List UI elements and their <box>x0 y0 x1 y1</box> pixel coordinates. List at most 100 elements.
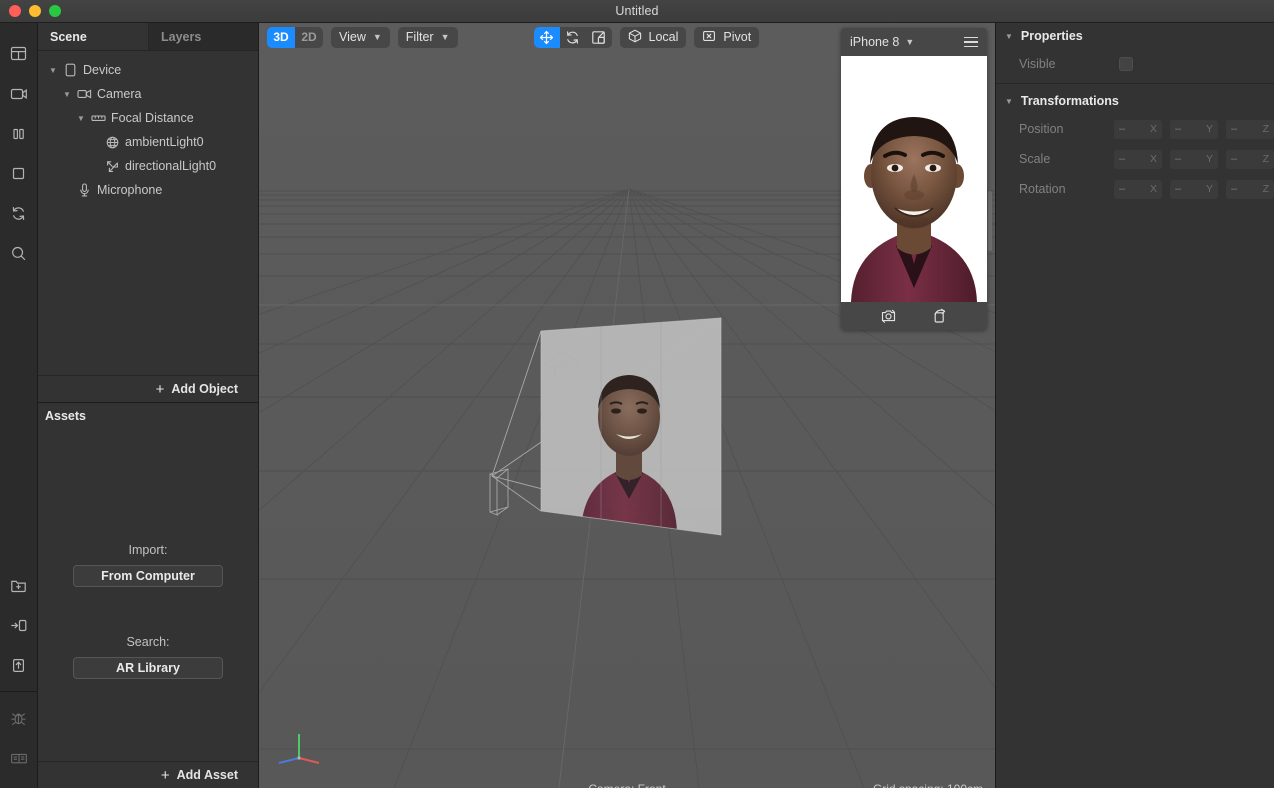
axis-z-label: Z <box>1262 123 1269 135</box>
visible-checkbox[interactable] <box>1119 57 1133 71</box>
disclosure-triangle-icon[interactable]: ▼ <box>46 66 60 75</box>
filter-menu-button[interactable]: Filter ▼ <box>397 26 458 48</box>
layout-icon[interactable] <box>0 33 38 73</box>
tree-item-ambientlight0[interactable]: ▼ ambientLight0 <box>38 130 258 154</box>
tree-item-label: directionalLight0 <box>125 159 217 173</box>
properties-panel: ▼ Properties Visible ▼ Transformations P… <box>995 23 1274 788</box>
new-folder-icon[interactable] <box>0 565 38 605</box>
mode-2d-button[interactable]: 2D <box>295 27 323 48</box>
rotation-y-value: – <box>1175 183 1182 195</box>
chevron-down-icon: ▼ <box>440 32 450 42</box>
tree-item-directionallight0[interactable]: ▼ directionalLight0 <box>38 154 258 178</box>
pivot-button[interactable]: Pivot <box>694 26 760 48</box>
tab-scene[interactable]: Scene <box>38 23 148 50</box>
focal-distance-icon <box>88 113 108 123</box>
position-y-field[interactable]: – Y <box>1170 119 1218 139</box>
mode-3d-button[interactable]: 3D <box>267 26 295 48</box>
search-icon[interactable] <box>0 233 38 273</box>
device-preview-panel: iPhone 8 ▼ <box>841 28 987 330</box>
chevron-down-icon[interactable]: ▼ <box>905 37 914 47</box>
rotation-z-field[interactable]: – Z <box>1226 179 1274 199</box>
tree-item-label: Camera <box>97 87 142 101</box>
directional-light-icon <box>102 160 122 173</box>
reload-icon[interactable] <box>0 193 38 233</box>
position-z-field[interactable]: – Z <box>1226 119 1274 139</box>
move-tool-icon[interactable] <box>533 26 560 48</box>
properties-section-title: Properties <box>1020 29 1083 43</box>
position-x-field[interactable]: – X <box>1114 119 1162 139</box>
tree-item-microphone[interactable]: ▼ Microphone <box>38 178 258 202</box>
transformations-section-header[interactable]: ▼ Transformations <box>996 88 1274 114</box>
export-icon[interactable] <box>0 645 38 685</box>
mode-segmented-control: 3D 2D <box>267 26 323 48</box>
scale-property-row: Scale – X – Y – Z <box>996 144 1274 174</box>
disclosure-triangle-icon[interactable]: ▼ <box>1005 32 1013 41</box>
plus-icon: + <box>160 766 170 784</box>
viewport-3d[interactable]: 3D 2D View ▼ Filter ▼ Local Pivot iPhone… <box>259 23 995 788</box>
position-x-value: – <box>1119 123 1126 135</box>
tab-layers[interactable]: Layers <box>148 23 258 50</box>
bug-icon[interactable] <box>0 698 38 738</box>
device-preview-screen[interactable] <box>841 56 987 302</box>
scale-x-field[interactable]: – X <box>1114 149 1162 169</box>
hamburger-menu-icon[interactable] <box>964 36 978 48</box>
rotate-device-icon[interactable] <box>931 308 948 324</box>
add-asset-label: Add Asset <box>176 768 238 782</box>
add-object-button[interactable]: + Add Object <box>38 375 258 402</box>
visible-property-row: Visible <box>996 49 1274 79</box>
square-icon[interactable] <box>0 153 38 193</box>
camera-icon[interactable] <box>0 73 38 113</box>
scale-x-value: – <box>1119 153 1126 165</box>
device-name-label: iPhone 8 <box>850 35 900 49</box>
axis-y-label: Y <box>1205 183 1213 195</box>
disclosure-triangle-icon[interactable]: ▼ <box>60 90 74 99</box>
tree-item-focal-distance[interactable]: ▼ Focal Distance <box>38 106 258 130</box>
flip-camera-icon[interactable] <box>880 308 897 324</box>
tree-item-device[interactable]: ▼ Device <box>38 58 258 82</box>
book-icon[interactable] <box>0 738 38 778</box>
scale-y-field[interactable]: – Y <box>1170 149 1218 169</box>
pivot-icon <box>702 29 716 46</box>
camera-icon <box>74 88 94 100</box>
view-menu-label: View <box>339 30 366 44</box>
assets-panel: Assets Import: From Computer Search: AR … <box>38 402 258 788</box>
filter-menu-label: Filter <box>405 30 434 44</box>
view-menu-button[interactable]: View ▼ <box>331 26 390 48</box>
rotation-x-field[interactable]: – X <box>1114 179 1162 199</box>
scale-y-value: – <box>1175 153 1182 165</box>
ambient-light-icon <box>102 136 122 149</box>
scene-layers-tabs: Scene Layers <box>38 23 258 51</box>
coordinate-space-button[interactable]: Local <box>619 26 687 48</box>
disclosure-triangle-icon[interactable]: ▼ <box>1005 97 1013 106</box>
device-preview-portrait <box>841 56 987 302</box>
position-z-value: – <box>1231 123 1238 135</box>
rotation-y-field[interactable]: – Y <box>1170 179 1218 199</box>
position-label: Position <box>1019 122 1064 136</box>
coordinate-space-label: Local <box>648 30 679 44</box>
tree-item-label: Microphone <box>97 183 163 197</box>
pause-icon[interactable] <box>0 113 38 153</box>
properties-section-header[interactable]: ▼ Properties <box>996 23 1274 49</box>
rotation-property-row: Rotation – X – Y – Z <box>996 174 1274 204</box>
axis-x-label: X <box>1149 183 1157 195</box>
rotation-label: Rotation <box>1019 182 1066 196</box>
rotate-tool-icon[interactable] <box>560 27 586 48</box>
from-computer-button[interactable]: From Computer <box>73 565 223 587</box>
tree-item-camera[interactable]: ▼ Camera <box>38 82 258 106</box>
rotation-x-value: – <box>1119 183 1126 195</box>
device-icon <box>60 63 80 77</box>
scale-z-field[interactable]: – Z <box>1226 149 1274 169</box>
window-titlebar: Untitled <box>0 0 1274 23</box>
ar-library-button[interactable]: AR Library <box>73 657 223 679</box>
transformations-section-title: Transformations <box>1020 94 1119 108</box>
pivot-label: Pivot <box>723 30 752 44</box>
left-panel: Scene Layers ▼ Device ▼ Camera ▼ Focal D… <box>38 23 259 788</box>
axis-x-label: X <box>1149 123 1157 135</box>
import-icon[interactable] <box>0 605 38 645</box>
scale-z-value: – <box>1231 153 1238 165</box>
add-asset-button[interactable]: + Add Asset <box>38 761 258 788</box>
scale-tool-icon[interactable] <box>586 27 612 48</box>
disclosure-triangle-icon[interactable]: ▼ <box>74 114 88 123</box>
assets-body: Import: From Computer Search: AR Library <box>38 429 258 761</box>
viewport-scrollbar[interactable] <box>988 191 992 251</box>
